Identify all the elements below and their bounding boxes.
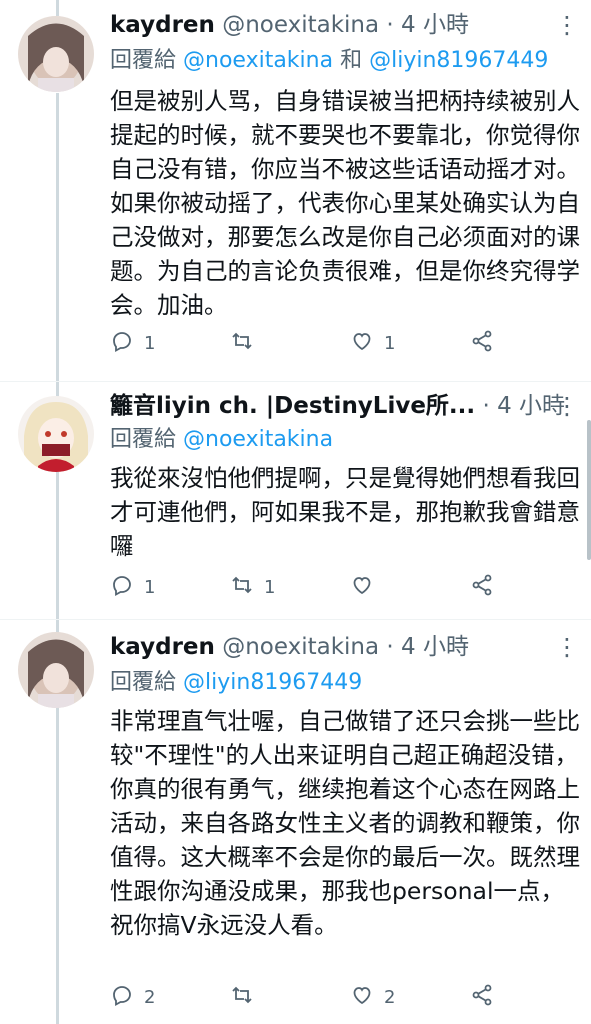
like-button[interactable]: 1	[350, 328, 395, 358]
like-button[interactable]	[350, 572, 384, 602]
tweet-text: 但是被别人骂，自身错误被当把柄持续被别人提起的时候，就不要哭也不要靠北，你觉得你…	[110, 87, 580, 319]
share-button[interactable]	[470, 328, 494, 358]
scrollbar[interactable]	[587, 420, 591, 560]
more-icon[interactable]: ⋮	[555, 391, 579, 421]
mention-link[interactable]: @noexitakina	[183, 427, 333, 452]
like-count: 2	[384, 986, 396, 1008]
tweet-text: 我從來沒怕他們提啊，只是覺得她們想看我回才可連他們，阿如果我不是，那抱歉我會錯意…	[110, 464, 580, 560]
tweet-text: 非常理直气壮喔，自己做错了还只会挑一些比较"不理性"的人出来证明自己超正确超没错…	[110, 707, 580, 939]
tweet[interactable]: kaydren @noexitakina · 4 小時 ⋮ 回覆給 @noexi…	[0, 0, 591, 380]
reply-count: 1	[144, 332, 156, 354]
tweet-header: kaydren @noexitakina · 4 小時	[110, 10, 469, 40]
display-name[interactable]: 籬音liyin ch. |DestinyLive所...	[110, 393, 475, 419]
reply-icon	[110, 573, 134, 602]
mention-link[interactable]: @liyin81967449	[183, 670, 362, 695]
reply-icon	[110, 983, 134, 1012]
action-bar: 2 2	[110, 982, 510, 1012]
reply-joiner: 和	[340, 48, 363, 73]
retweet-icon	[230, 983, 254, 1012]
reply-to-line: 回覆給 @noexitakina 和 @liyin81967449	[110, 46, 548, 76]
reply-button[interactable]: 1	[110, 328, 155, 358]
share-icon	[470, 573, 494, 602]
retweet-button[interactable]: 1	[230, 572, 275, 602]
separator-dot: ·	[482, 393, 490, 419]
heart-icon	[350, 983, 374, 1012]
timestamp[interactable]: 4 小時	[401, 12, 469, 38]
mention-link[interactable]: @noexitakina	[183, 48, 333, 73]
tweet-header: kaydren @noexitakina · 4 小時	[110, 632, 469, 662]
display-name[interactable]: kaydren	[110, 12, 215, 38]
timestamp[interactable]: 4 小時	[401, 634, 469, 660]
separator-dot: ·	[386, 12, 394, 38]
more-icon[interactable]: ⋮	[555, 10, 579, 40]
user-handle[interactable]: @noexitakina	[222, 634, 379, 660]
heart-icon	[350, 329, 374, 358]
tweet-header: 籬音liyin ch. |DestinyLive所... · 4 小時	[110, 391, 565, 421]
share-icon	[470, 983, 494, 1012]
separator-dot: ·	[386, 634, 394, 660]
reply-button[interactable]: 1	[110, 572, 155, 602]
reply-prefix: 回覆給	[110, 48, 177, 73]
share-button[interactable]	[470, 572, 494, 602]
retweet-count: 1	[264, 576, 276, 598]
more-icon[interactable]: ⋮	[555, 632, 579, 662]
like-count: 1	[384, 332, 396, 354]
reply-to-line: 回覆給 @noexitakina	[110, 425, 333, 455]
user-handle[interactable]: @noexitakina	[222, 12, 379, 38]
action-bar: 1 1	[110, 328, 510, 358]
heart-icon	[350, 573, 374, 602]
share-icon	[470, 329, 494, 358]
avatar[interactable]	[18, 396, 94, 472]
retweet-button[interactable]	[230, 982, 264, 1012]
avatar[interactable]	[18, 632, 94, 708]
tweet[interactable]: 籬音liyin ch. |DestinyLive所... · 4 小時 ⋮ 回覆…	[0, 382, 591, 618]
action-bar: 1 1	[110, 572, 510, 602]
display-name[interactable]: kaydren	[110, 634, 215, 660]
reply-count: 2	[144, 986, 156, 1008]
tweet[interactable]: kaydren @noexitakina · 4 小時 ⋮ 回覆給 @liyin…	[0, 620, 591, 1024]
like-button[interactable]: 2	[350, 982, 395, 1012]
mention-link[interactable]: @liyin81967449	[369, 48, 548, 73]
share-button[interactable]	[470, 982, 494, 1012]
reply-to-line: 回覆給 @liyin81967449	[110, 668, 362, 698]
reply-button[interactable]: 2	[110, 982, 155, 1012]
reply-count: 1	[144, 576, 156, 598]
retweet-button[interactable]	[230, 328, 264, 358]
reply-prefix: 回覆給	[110, 670, 177, 695]
reply-icon	[110, 329, 134, 358]
avatar[interactable]	[18, 16, 94, 92]
reply-prefix: 回覆給	[110, 427, 177, 452]
retweet-icon	[230, 329, 254, 358]
retweet-icon	[230, 573, 254, 602]
